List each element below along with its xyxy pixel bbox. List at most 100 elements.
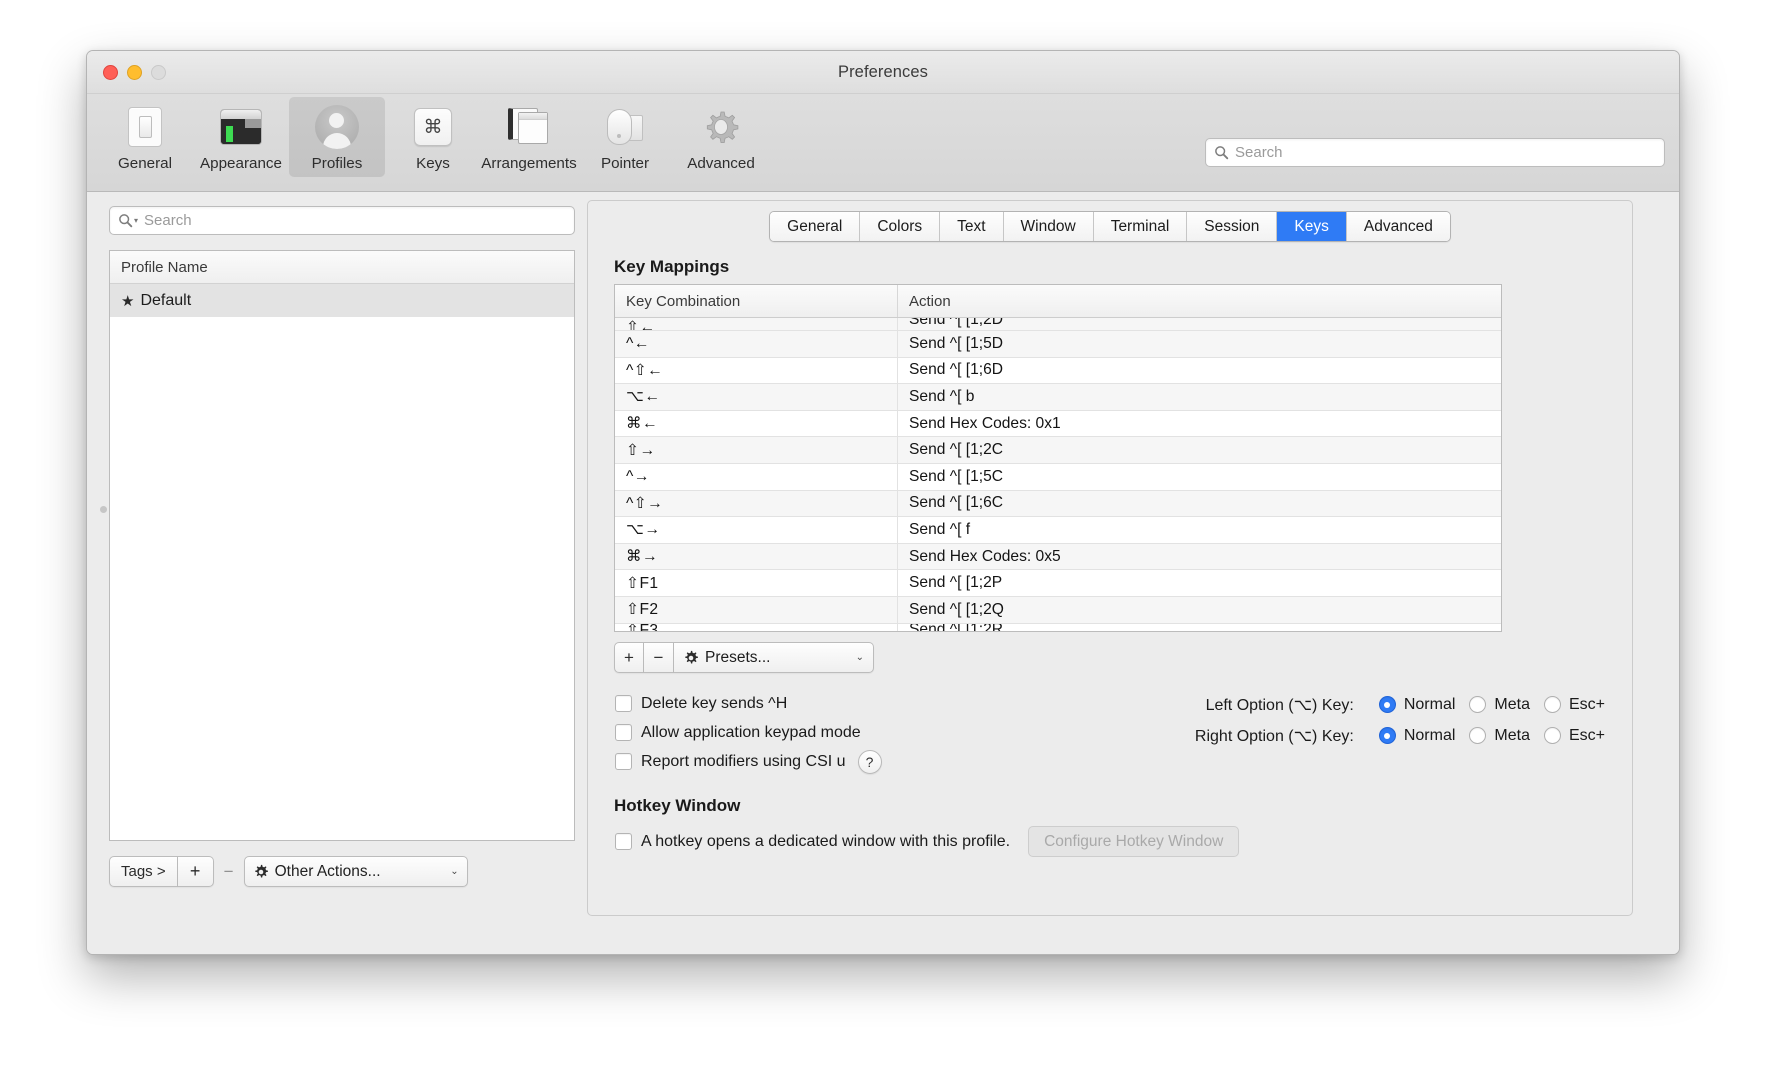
radio-dot[interactable]: [1469, 727, 1487, 744]
toolbar-item-keys[interactable]: ⌘ Keys: [385, 97, 481, 177]
table-row[interactable]: ⌘← Send Hex Codes: 0x1: [615, 410, 1501, 438]
profile-tabbar: General Colors Text Window Terminal Sess…: [588, 211, 1632, 242]
table-row[interactable]: ^← Send ^[ [1;5D: [615, 331, 1501, 358]
key-combination-cell: ^←: [615, 331, 898, 357]
other-actions-menu[interactable]: Other Actions... ⌄: [243, 856, 468, 887]
toolbar-item-arrangements[interactable]: Arrangements: [481, 97, 577, 177]
table-row[interactable]: ^⇧→ Send ^[ [1;6C: [615, 490, 1501, 518]
toolbar-item-advanced[interactable]: Advanced: [673, 97, 769, 177]
radio-label: Normal: [1403, 695, 1456, 713]
chevron-down-icon[interactable]: ▾: [134, 216, 138, 225]
radio-dot[interactable]: [1469, 696, 1487, 713]
action-cell: Send ^[ [1;5D: [909, 334, 1004, 352]
tab-colors[interactable]: Colors: [860, 212, 941, 241]
radio-label: Meta: [1494, 726, 1530, 744]
add-profile-button[interactable]: +: [177, 856, 214, 887]
star-icon: ★: [121, 292, 135, 310]
checkbox-application-keypad[interactable]: Allow application keypad mode: [615, 718, 882, 747]
toolbar-item-appearance[interactable]: Appearance: [193, 97, 289, 177]
table-row[interactable]: ⇧F1 Send ^[ [1;2P: [615, 570, 1501, 597]
radio-dot[interactable]: [1543, 696, 1561, 713]
profile-search-input[interactable]: ▾ Search: [109, 206, 575, 235]
window-title: Preferences: [837, 63, 929, 81]
column-header-key-combination[interactable]: Key Combination: [615, 285, 898, 317]
checkbox-box[interactable]: [615, 724, 632, 741]
table-row[interactable]: ⇧← Send ^[ [1;2D: [615, 318, 1501, 331]
configure-hotkey-window-button[interactable]: Configure Hotkey Window: [1028, 826, 1240, 857]
toolbar-search-input[interactable]: Search: [1205, 138, 1665, 167]
key-combination-cell: ⌥→: [615, 517, 898, 543]
toolbar-label-general: General: [117, 155, 173, 172]
profile-settings-pane: General Colors Text Window Terminal Sess…: [587, 200, 1633, 916]
toolbar-item-general[interactable]: General: [97, 97, 193, 177]
table-row[interactable]: ⌥→ Send ^[ f: [615, 517, 1501, 544]
table-row[interactable]: ^→ Send ^[ [1;5C: [615, 463, 1501, 491]
checkbox-report-modifiers-csi-u[interactable]: Report modifiers using CSI u ?: [615, 747, 882, 776]
remove-profile-button[interactable]: −: [214, 856, 244, 887]
radio-dot[interactable]: [1378, 696, 1396, 713]
profile-search-placeholder: Search: [144, 212, 192, 229]
radio-left-option-esc[interactable]: Esc+: [1543, 696, 1605, 714]
table-row[interactable]: ⇧F3 Send ^[ [1;2R: [615, 623, 1501, 631]
action-cell: Send Hex Codes: 0x1: [909, 414, 1061, 432]
checkbox-delete-key-sends[interactable]: Delete key sends ^H: [615, 689, 882, 718]
key-combination-cell: ⇧F3: [615, 623, 898, 631]
key-options-checkboxes: Delete key sends ^H Allow application ke…: [615, 689, 882, 776]
toolbar-item-pointer[interactable]: Pointer: [577, 97, 673, 177]
profile-row-default[interactable]: ★ Default: [110, 284, 574, 317]
radio-right-option-meta[interactable]: Meta: [1469, 727, 1530, 745]
radio-dot[interactable]: [1378, 727, 1396, 744]
table-row[interactable]: ⌥← Send ^[ b: [615, 384, 1501, 411]
search-icon: [1215, 146, 1229, 160]
add-mapping-button[interactable]: +: [614, 642, 644, 673]
checkbox-box[interactable]: [615, 753, 632, 770]
tab-terminal[interactable]: Terminal: [1093, 212, 1188, 241]
key-mappings-table[interactable]: Key Combination Action ⇧← Send ^[ [1;2D …: [614, 284, 1502, 632]
advanced-icon: [697, 103, 745, 151]
tab-keys[interactable]: Keys: [1277, 212, 1347, 241]
tab-session[interactable]: Session: [1187, 212, 1278, 241]
table-row[interactable]: ⇧→ Send ^[ [1;2C: [615, 437, 1501, 464]
action-cell: Send ^[ [1;2Q: [909, 600, 1004, 618]
column-header-action[interactable]: Action: [898, 285, 1501, 317]
radio-left-option-meta[interactable]: Meta: [1469, 696, 1530, 714]
key-combination-cell: ⇧F2: [615, 596, 898, 623]
presets-menu[interactable]: Presets... ⌄: [674, 642, 874, 673]
table-row[interactable]: ^⇧← Send ^[ [1;6D: [615, 357, 1501, 385]
toolbar-item-profiles[interactable]: Profiles: [289, 97, 385, 177]
radio-label: Esc+: [1568, 726, 1605, 744]
tags-button[interactable]: Tags >: [109, 856, 178, 887]
radio-right-option-esc[interactable]: Esc+: [1543, 726, 1605, 745]
action-cell: Send ^[ [1;6D: [909, 361, 1004, 379]
tab-text[interactable]: Text: [940, 212, 1004, 241]
tab-general[interactable]: General: [770, 212, 861, 241]
toolbar-label-keys: Keys: [416, 155, 450, 172]
general-icon: [121, 103, 169, 151]
search-icon: [119, 214, 133, 228]
radio-left-option-normal[interactable]: Normal: [1378, 695, 1456, 714]
toolbar-label-pointer: Pointer: [600, 155, 650, 172]
gear-icon: [254, 864, 268, 878]
pointer-icon: [601, 103, 649, 151]
chevron-down-icon: ⌄: [450, 866, 459, 877]
tab-window[interactable]: Window: [1003, 212, 1094, 241]
help-button[interactable]: ?: [857, 749, 882, 774]
tab-advanced[interactable]: Advanced: [1346, 212, 1450, 241]
key-combination-cell: ⌘←: [615, 410, 898, 437]
pane-resize-grip[interactable]: [100, 506, 107, 513]
chevron-down-icon: ⌄: [855, 652, 864, 663]
key-combination-cell: ⇧→: [615, 437, 898, 463]
radio-dot[interactable]: [1543, 727, 1561, 744]
key-mappings-header: Key Combination Action: [615, 285, 1501, 318]
table-row[interactable]: ⌘→ Send Hex Codes: 0x5: [615, 543, 1501, 571]
right-option-key-label: Right Option (⌥) Key:: [1194, 727, 1354, 745]
remove-mapping-button[interactable]: −: [644, 642, 674, 673]
radio-label: Normal: [1403, 726, 1456, 744]
checkbox-box[interactable]: [615, 695, 632, 712]
action-cell: Send ^[ f: [909, 520, 971, 538]
radio-right-option-normal[interactable]: Normal: [1378, 726, 1456, 745]
table-row[interactable]: ⇧F2 Send ^[ [1;2Q: [615, 596, 1501, 624]
action-cell: Send Hex Codes: 0x5: [909, 547, 1061, 565]
checkbox-hotkey-window[interactable]: [615, 833, 632, 850]
profile-list: Profile Name ★ Default: [109, 250, 575, 841]
